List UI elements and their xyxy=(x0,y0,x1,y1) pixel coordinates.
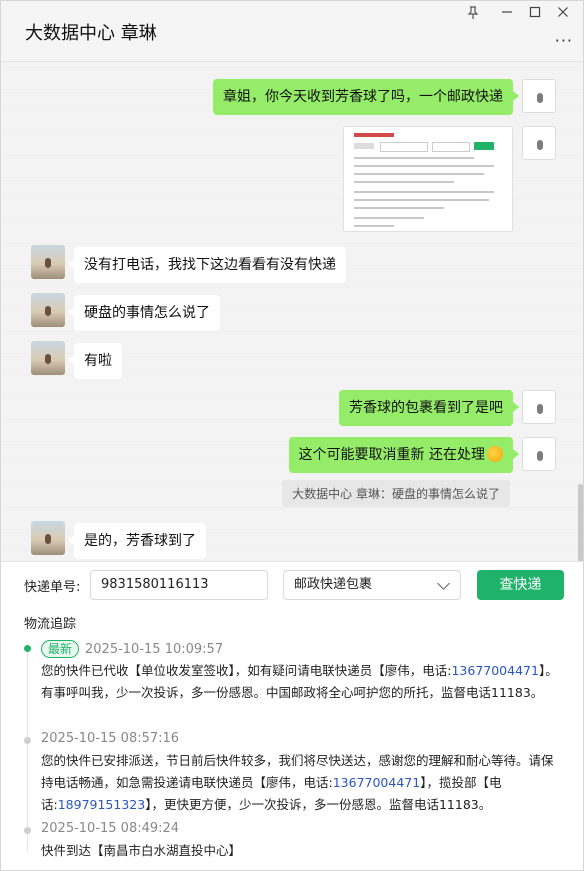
timeline-event-time: 2025-10-15 08:49:24 xyxy=(41,821,180,836)
tracking-panel: 快递单号: 9831580116113 邮政快递包裹 查快递 物流追踪 最新 20… xyxy=(1,561,583,870)
timeline-event-time: 最新 2025-10-15 10:09:57 xyxy=(41,640,223,658)
message-bubble[interactable]: 硬盘的事情怎么说了 xyxy=(68,295,220,331)
carrier-selected-value: 邮政快递包裹 xyxy=(294,577,373,592)
phone-link[interactable]: 13677004471 xyxy=(333,775,420,790)
latest-badge: 最新 xyxy=(41,640,80,658)
event-text-part: 】，更快更方便，少一次投诉，多一份感恩。监督电话11183。 xyxy=(145,797,492,812)
timeline-event-text: 您的快件已代收【单位收发室签收】，如有疑问请电联快递员【廖伟，电话:136770… xyxy=(41,660,561,704)
message-bubble[interactable]: 没有打电话，我找下这边看看有没有快递 xyxy=(68,247,346,283)
phone-link[interactable]: 13677004471 xyxy=(451,663,538,678)
tracking-number-label: 快递单号: xyxy=(24,580,81,595)
timeline-dot-active xyxy=(24,645,31,652)
timeline-line xyxy=(27,652,28,852)
pin-icon[interactable] xyxy=(463,6,483,24)
emoji-icon xyxy=(487,446,503,462)
event-time-text: 2025-10-15 10:09:57 xyxy=(85,642,224,657)
message-bubble[interactable]: 芳香球的包裹看到了是吧 xyxy=(339,390,519,426)
chevron-down-icon xyxy=(437,577,450,590)
contact-avatar[interactable] xyxy=(31,293,65,327)
minimize-icon[interactable] xyxy=(497,6,517,24)
message-list[interactable]: 章姐，你今天收到芳香球了吗，一个邮政快递 没有打电话，我找下这边看看有没有快递 … xyxy=(1,62,583,562)
message-bubble[interactable]: 有啦 xyxy=(68,343,122,379)
message-bubble[interactable]: 是的，芳香球到了 xyxy=(68,523,206,559)
chat-title: 大数据中心 章琳 xyxy=(25,23,157,44)
tracking-number-input[interactable]: 9831580116113 xyxy=(90,570,268,600)
timeline-event-time: 2025-10-15 08:57:16 xyxy=(41,731,180,746)
search-tracking-button[interactable]: 查快递 xyxy=(477,570,564,600)
chat-scrollbar[interactable] xyxy=(578,484,583,562)
message-bubble[interactable]: 这个可能要取消重新 还在处理 xyxy=(288,437,520,473)
more-icon[interactable]: ··· xyxy=(555,31,573,50)
timeline-event-text: 您的快件已安排派送，节日前后快件较多，我们将尽快送达，感谢您的理解和耐心等待。请… xyxy=(41,750,561,816)
screenshot-image[interactable] xyxy=(343,126,513,232)
tracking-section-title: 物流追踪 xyxy=(24,617,77,632)
contact-avatar[interactable] xyxy=(31,245,65,279)
timeline-dot xyxy=(24,737,31,744)
my-avatar[interactable] xyxy=(522,79,556,113)
phone-link[interactable]: 18979151323 xyxy=(58,797,145,812)
timeline-event-text: 快件到达【南昌市白水湖直投中心】 xyxy=(41,843,242,858)
close-icon[interactable] xyxy=(553,6,573,24)
my-avatar[interactable] xyxy=(522,126,556,160)
timeline-dot xyxy=(24,827,31,834)
my-avatar[interactable] xyxy=(522,390,556,424)
chat-window: 大数据中心 章琳 ··· 章姐，你今天收到芳香球了吗，一个邮政快递 没有打电话，… xyxy=(0,0,584,871)
message-text: 这个可能要取消重新 还在处理 xyxy=(298,447,485,463)
carrier-select[interactable]: 邮政快递包裹 xyxy=(283,570,461,600)
contact-avatar[interactable] xyxy=(31,521,65,555)
maximize-icon[interactable] xyxy=(525,6,545,24)
contact-avatar[interactable] xyxy=(31,341,65,375)
event-text-part: 您的快件已代收【单位收发室签收】，如有疑问请电联快递员【廖伟，电话: xyxy=(41,663,452,678)
chat-header: 大数据中心 章琳 ··· xyxy=(1,1,583,62)
quoted-message[interactable]: 大数据中心 章琳：硬盘的事情怎么说了 xyxy=(282,480,510,507)
message-bubble[interactable]: 章姐，你今天收到芳香球了吗，一个邮政快递 xyxy=(213,79,519,115)
my-avatar[interactable] xyxy=(522,437,556,471)
